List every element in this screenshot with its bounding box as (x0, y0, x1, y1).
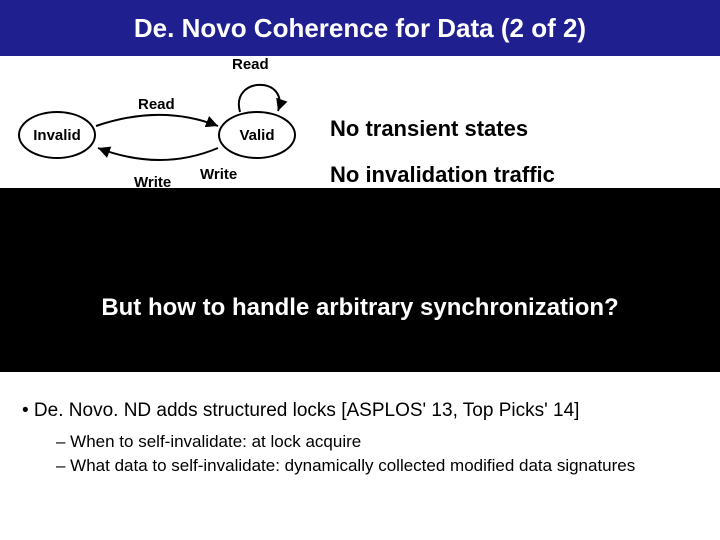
bullet-sub-1: – When to self-invalidate: at lock acqui… (56, 432, 698, 452)
label-write-mid: Write (200, 166, 237, 183)
slide-title: De. Novo Coherence for Data (2 of 2) (134, 13, 586, 44)
annotation-no-invalidation: No invalidation traffic (330, 162, 555, 188)
state-diagram: Invalid Valid Read Read Write Write No t… (0, 56, 720, 226)
title-bar: De. Novo Coherence for Data (2 of 2) (0, 0, 720, 56)
bullet-main: • De. Novo. ND adds structured locks [AS… (22, 400, 698, 422)
bullet-list: • De. Novo. ND adds structured locks [AS… (22, 400, 698, 480)
label-read-selfloop: Read (232, 56, 269, 73)
state-valid: Valid (218, 111, 296, 159)
annotation-no-transient: No transient states (330, 116, 528, 142)
bullet-sub-2: – What data to self-invalidate: dynamica… (56, 456, 698, 476)
question-band: But how to handle arbitrary synchronizat… (0, 244, 720, 372)
question-text: But how to handle arbitrary synchronizat… (101, 294, 618, 322)
label-read-transition: Read (138, 96, 175, 113)
state-invalid: Invalid (18, 111, 96, 159)
